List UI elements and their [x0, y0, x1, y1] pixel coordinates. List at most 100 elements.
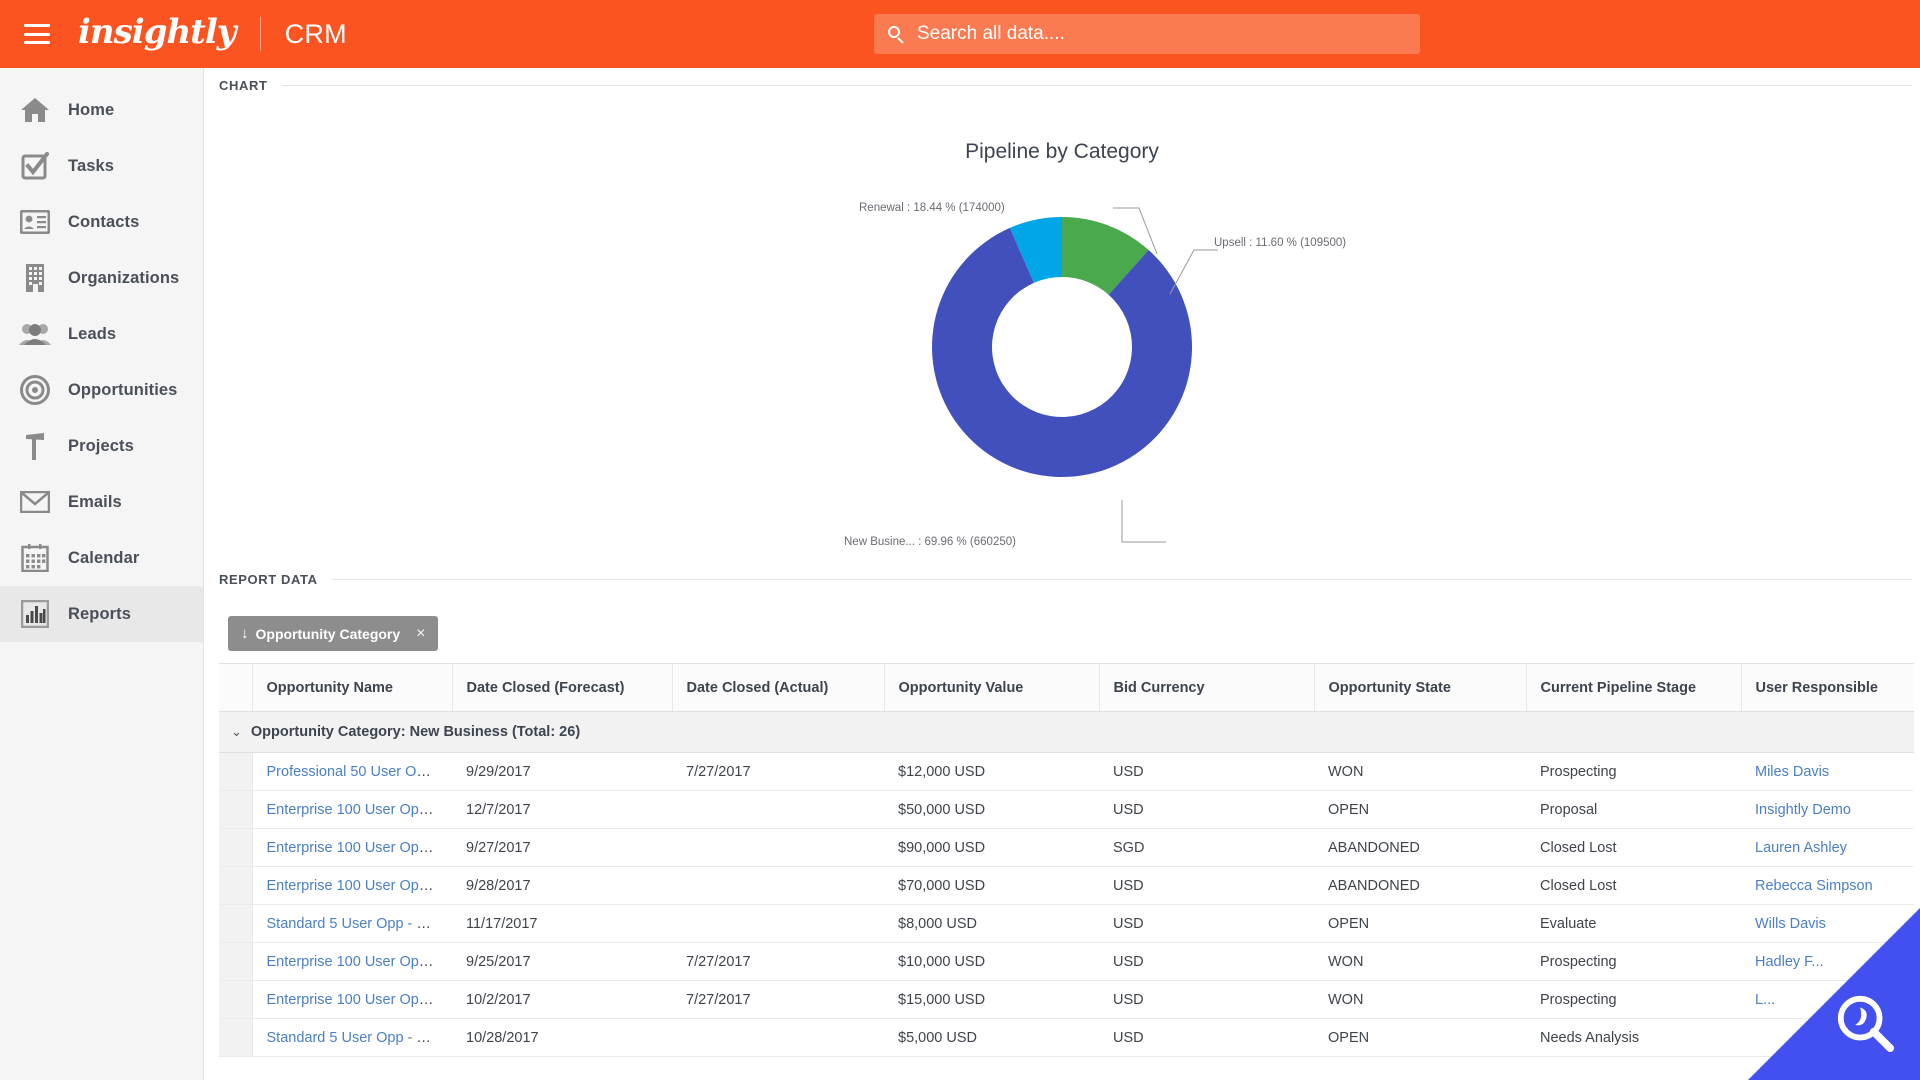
cell-date-closed-actual [672, 1018, 884, 1057]
main-content: CHART Pipeline by Category Renewal: 18.… [204, 68, 1920, 1080]
leader-line-renewal [1113, 202, 1163, 262]
hamburger-menu-icon[interactable] [24, 24, 50, 44]
cell-user-responsible[interactable]: Miles Davis [1741, 752, 1920, 791]
brand-logo[interactable]: insightly [78, 15, 237, 53]
column-header-opportunity-state[interactable]: Opportunity State [1314, 663, 1527, 712]
group-row-cell[interactable]: ⌄ Opportunity Category: New Business (Tot… [219, 711, 1920, 753]
sidebar-item-opportunities[interactable]: Opportunities [0, 362, 203, 418]
cell-current-pipeline-stage: Prospecting [1526, 752, 1741, 791]
sidebar-item-leads[interactable]: Leads [0, 306, 203, 362]
cell-date-closed-actual: 7/27/2017 [672, 942, 884, 981]
opportunity-name-link[interactable]: Enterprise 100 User Opp ... [267, 840, 444, 856]
cell-opportunity-name[interactable]: Professional 50 User Opp... [252, 752, 452, 791]
cell-opportunity-state: WON [1314, 942, 1526, 981]
checkbox-icon [18, 150, 52, 182]
user-responsible-link[interactable]: Miles Davis [1755, 764, 1829, 780]
opportunity-name-link[interactable]: Enterprise 100 User Opp ... [267, 878, 444, 894]
group-row[interactable]: ⌄ Opportunity Category: New Business (Tot… [219, 711, 1920, 753]
sidebar-item-projects[interactable]: Projects [0, 418, 203, 474]
opportunity-name-link[interactable]: Standard 5 User Opp - S... [267, 1030, 439, 1046]
section-divider [331, 578, 1912, 580]
cell-bid-currency: USD [1099, 752, 1314, 791]
cell-date-closed-forecast: 10/2/2017 [452, 980, 672, 1019]
table-row[interactable]: Enterprise 100 User Opp ... 10/2/2017 7/… [219, 980, 1920, 1019]
column-header-bid-currency[interactable]: Bid Currency [1099, 663, 1315, 712]
table-row[interactable]: Enterprise 100 User Opp ... 9/27/2017 $9… [219, 828, 1920, 867]
cell-opportunity-value: $50,000 USD [884, 790, 1099, 829]
chat-widget-launcher[interactable] [1748, 908, 1920, 1080]
people-icon [18, 318, 52, 350]
cell-opportunity-name[interactable]: Enterprise 100 User Opp ... [252, 942, 452, 981]
table-row[interactable]: Enterprise 100 User Opp ... 9/28/2017 $7… [219, 866, 1920, 905]
cell-opportunity-name[interactable]: Standard 5 User Opp - U... [252, 904, 452, 943]
global-search[interactable] [874, 14, 1420, 54]
cell-date-closed-forecast: 9/29/2017 [452, 752, 672, 791]
cell-date-closed-actual [672, 828, 884, 867]
cell-current-pipeline-stage: Needs Analysis [1526, 1018, 1741, 1057]
table-row[interactable]: Enterprise 100 User Opp ... 9/25/2017 7/… [219, 942, 1920, 981]
chart-title: Pipeline by Category [965, 140, 1159, 163]
cell-bid-currency: USD [1099, 904, 1314, 943]
column-header-date-closed-actual[interactable]: Date Closed (Actual) [672, 663, 885, 712]
search-input[interactable] [917, 23, 1406, 45]
opportunity-name-link[interactable]: Enterprise 100 User Opp ... [267, 992, 444, 1008]
sidebar-item-tasks[interactable]: Tasks [0, 138, 203, 194]
donut-svg [932, 217, 1193, 477]
top-bar: insightly CRM [0, 0, 1920, 68]
sidebar-item-calendar[interactable]: Calendar [0, 530, 203, 586]
cell-current-pipeline-stage: Prospecting [1526, 942, 1741, 981]
sidebar-item-reports[interactable]: Reports [0, 586, 203, 642]
opportunity-name-link[interactable]: Professional 50 User Opp... [267, 764, 445, 780]
section-divider [281, 84, 1912, 86]
opportunity-name-link[interactable]: Enterprise 100 User Opp ... [267, 954, 444, 970]
sidebar-item-contacts[interactable]: Contacts [0, 194, 203, 250]
cell-opportunity-name[interactable]: Enterprise 100 User Opp ... [252, 790, 452, 829]
cell-user-responsible[interactable]: Insightly Demo [1741, 790, 1920, 829]
user-responsible-link[interactable]: Insightly Demo [1755, 802, 1851, 818]
sidebar-item-label: Opportunities [68, 380, 178, 399]
calendar-icon [18, 542, 52, 574]
column-header-opportunity-value[interactable]: Opportunity Value [884, 663, 1100, 712]
cell-opportunity-state: ABANDONED [1314, 828, 1526, 867]
user-responsible-link[interactable]: Rebecca Simpson [1755, 878, 1873, 894]
table-row[interactable]: Professional 50 User Opp... 9/29/2017 7/… [219, 752, 1920, 791]
cell-opportunity-name[interactable]: Enterprise 100 User Opp ... [252, 828, 452, 867]
sidebar-item-label: Tasks [68, 156, 115, 175]
sidebar: Home Tasks Contacts Organizations Leads … [0, 68, 204, 1080]
opportunity-name-link[interactable]: Standard 5 User Opp - U... [267, 916, 439, 932]
cell-opportunity-name[interactable]: Standard 5 User Opp - S... [252, 1018, 452, 1057]
sidebar-item-organizations[interactable]: Organizations [0, 250, 203, 306]
cell-user-responsible[interactable]: Rebecca Simpson [1741, 866, 1920, 905]
table-body: ⌄ Opportunity Category: New Business (Tot… [219, 711, 1920, 1057]
column-header-current-pipeline-stage[interactable]: Current Pipeline Stage [1526, 663, 1742, 712]
column-header-date-closed-forecast[interactable]: Date Closed (Forecast) [452, 663, 673, 712]
cell-bid-currency: USD [1099, 790, 1314, 829]
cell-opportunity-name[interactable]: Enterprise 100 User Opp ... [252, 980, 452, 1019]
column-header-user-responsible[interactable]: User Responsible [1741, 663, 1920, 712]
row-gutter [219, 752, 253, 791]
cell-opportunity-state: OPEN [1314, 790, 1526, 829]
donut-chart[interactable] [912, 197, 1212, 497]
sidebar-item-emails[interactable]: Emails [0, 474, 203, 530]
table-row[interactable]: Standard 5 User Opp - S... 10/28/2017 $5… [219, 1018, 1920, 1057]
brand-divider [259, 17, 261, 51]
target-icon [18, 374, 52, 406]
table-row[interactable]: Enterprise 100 User Opp ... 12/7/2017 $5… [219, 790, 1920, 829]
cell-user-responsible[interactable]: Lauren Ashley [1741, 828, 1920, 867]
row-gutter [219, 980, 253, 1019]
filter-chip-opportunity-category[interactable]: ↓ Opportunity Category × [228, 616, 438, 651]
sidebar-item-home[interactable]: Home [0, 82, 203, 138]
cell-bid-currency: USD [1099, 980, 1314, 1019]
row-gutter [219, 790, 253, 829]
cell-opportunity-name[interactable]: Enterprise 100 User Opp ... [252, 866, 452, 905]
chevron-down-icon[interactable]: ⌄ [231, 724, 242, 740]
cell-date-closed-forecast: 12/7/2017 [452, 790, 672, 829]
column-header-opportunity-name[interactable]: Opportunity Name [252, 663, 453, 712]
app-name: CRM [284, 18, 347, 49]
opportunity-name-link[interactable]: Enterprise 100 User Opp ... [267, 802, 444, 818]
table-row[interactable]: Standard 5 User Opp - U... 11/17/2017 $8… [219, 904, 1920, 943]
remove-filter-icon[interactable]: × [416, 625, 425, 643]
user-responsible-link[interactable]: Lauren Ashley [1755, 840, 1847, 856]
cell-current-pipeline-stage: Prospecting [1526, 980, 1741, 1019]
pipeline-chart: Pipeline by Category Renewal: 18.44 % (… [204, 102, 1920, 562]
